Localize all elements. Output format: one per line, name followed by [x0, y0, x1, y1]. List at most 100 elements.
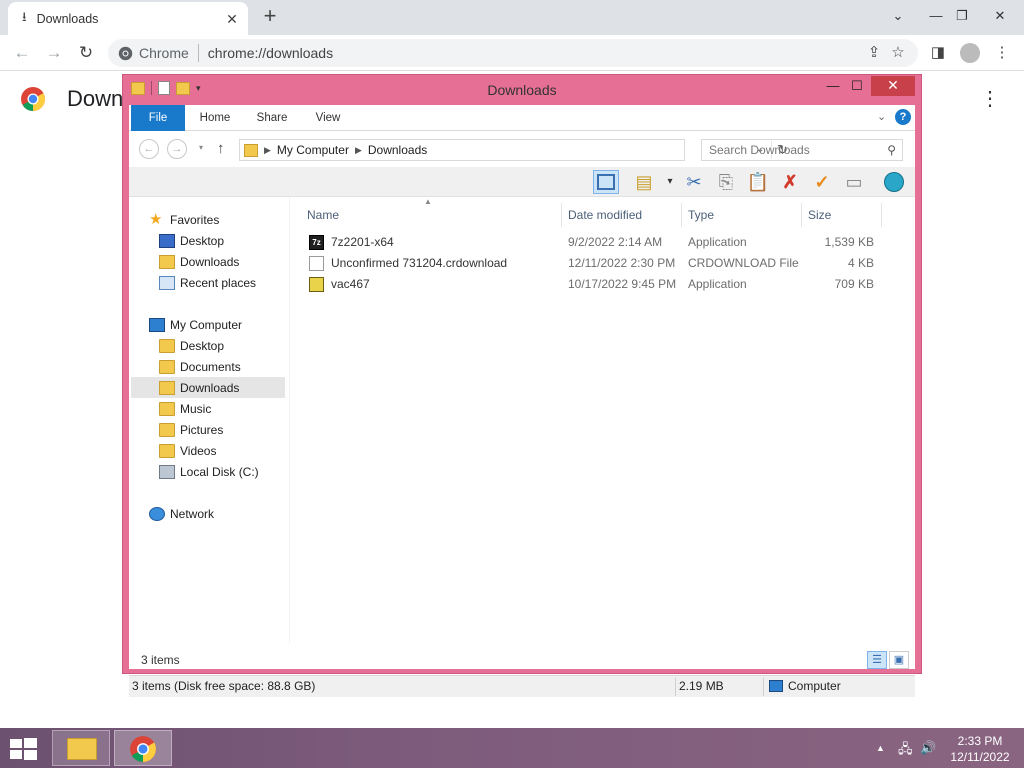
- folder-options-icon[interactable]: ▤: [631, 170, 657, 194]
- globe-icon[interactable]: [881, 170, 907, 194]
- bookmark-star-icon[interactable]: ☆: [886, 41, 910, 65]
- sort-ascending-icon: ▲: [424, 197, 432, 206]
- column-divider[interactable]: [801, 203, 802, 227]
- explorer-maximize-button[interactable]: ☐: [847, 77, 867, 97]
- pane-divider[interactable]: [289, 197, 290, 643]
- address-box[interactable]: ▶ My Computer ▶ Downloads ⌄ ↻: [239, 139, 788, 161]
- tab-share[interactable]: Share: [249, 105, 295, 131]
- search-placeholder: Search Downloads: [709, 143, 810, 157]
- new-tab-button[interactable]: +: [258, 5, 282, 29]
- search-icon: ⚲: [887, 143, 896, 157]
- ribbon-expand-icon[interactable]: ⌄: [877, 110, 886, 123]
- explorer-titlebar[interactable]: ▾ Downloads — ☐ ✕: [123, 75, 921, 105]
- file-explorer-icon: [67, 738, 97, 760]
- paste-icon[interactable]: 📋: [745, 170, 771, 194]
- nav-favorites-downloads[interactable]: Downloads: [159, 251, 239, 272]
- close-window-button[interactable]: ✕: [988, 5, 1012, 29]
- explorer-minimize-button[interactable]: —: [823, 77, 843, 97]
- nav-videos[interactable]: Videos: [159, 440, 216, 461]
- profile-avatar[interactable]: [958, 41, 982, 65]
- help-icon[interactable]: ?: [895, 109, 911, 125]
- browser-toolbar: ← → ↻ Chrome chrome://downloads ⇪ ☆ ◨ ⋮: [0, 35, 1024, 71]
- status-bar: 3 items (Disk free space: 88.8 GB) 2.19 …: [129, 675, 915, 697]
- address-bar[interactable]: Chrome chrome://downloads: [108, 39, 918, 67]
- downloads-folder-icon: [159, 380, 175, 395]
- page-menu-icon[interactable]: ⋮: [980, 88, 1000, 110]
- file-type: Application: [688, 277, 747, 291]
- large-icons-view-icon[interactable]: ▣: [889, 651, 909, 669]
- details-view-icon[interactable]: ☰: [867, 651, 887, 669]
- nav-network[interactable]: Network: [149, 503, 214, 524]
- nav-favorites[interactable]: ★ Favorites: [149, 209, 219, 230]
- column-divider[interactable]: [561, 203, 562, 227]
- side-panel-icon[interactable]: ◨: [926, 41, 950, 65]
- file-date: 9/2/2022 2:14 AM: [568, 235, 663, 249]
- windows-start-icon[interactable]: [8, 737, 38, 761]
- tab-strip: ⭳ Downloads ✕ + ⌄ — ❐ ✕: [0, 0, 1024, 35]
- preview-pane-icon[interactable]: [593, 170, 619, 194]
- show-hidden-icons[interactable]: ▲: [876, 743, 885, 753]
- file-row[interactable]: 7z 7z2201-x64 9/2/2022 2:14 AM Applicati…: [299, 232, 899, 253]
- folder-icon: [159, 359, 175, 374]
- nav-documents[interactable]: Documents: [159, 356, 241, 377]
- back-button[interactable]: ←: [139, 139, 159, 159]
- clock[interactable]: 2:33 PM 12/11/2022: [940, 733, 1020, 765]
- rename-check-icon[interactable]: ✓: [809, 170, 835, 194]
- tab-home[interactable]: Home: [193, 105, 237, 131]
- file-row[interactable]: vac467 10/17/2022 9:45 PM Application 70…: [299, 274, 899, 295]
- copy-icon[interactable]: ⎘: [713, 170, 739, 194]
- file-name: 7z2201-x64: [331, 235, 394, 249]
- nav-recent-places[interactable]: Recent places: [159, 272, 256, 293]
- tab-view[interactable]: View: [307, 105, 349, 131]
- cut-icon[interactable]: ✂: [681, 170, 707, 194]
- column-divider[interactable]: [681, 203, 682, 227]
- recent-locations-icon[interactable]: ▾: [199, 143, 203, 152]
- nav-label: Pictures: [180, 422, 224, 437]
- downloads-folder-icon: [159, 254, 175, 269]
- minimize-button[interactable]: —: [924, 5, 948, 29]
- nav-favorites-desktop[interactable]: Desktop: [159, 230, 224, 251]
- close-icon[interactable]: ✕: [224, 11, 240, 27]
- network-tray-icon[interactable]: 🖧: [898, 740, 913, 762]
- breadcrumb-current[interactable]: Downloads: [368, 143, 427, 157]
- menu-icon[interactable]: ⋮: [990, 41, 1014, 65]
- options-dropdown-icon[interactable]: ▾: [657, 170, 683, 194]
- taskbar-file-explorer[interactable]: [52, 730, 110, 766]
- tab-search-icon[interactable]: ⌄: [886, 5, 910, 29]
- column-header-date[interactable]: Date modified: [568, 203, 642, 227]
- restore-button[interactable]: ❐: [950, 5, 974, 29]
- taskbar-chrome[interactable]: [114, 730, 172, 766]
- nav-music[interactable]: Music: [159, 398, 211, 419]
- forward-button[interactable]: →: [42, 41, 66, 65]
- file-row[interactable]: Unconfirmed 731204.crdownload 12/11/2022…: [299, 253, 899, 274]
- chevron-right-icon: ▶: [264, 144, 271, 155]
- up-button[interactable]: ↑: [217, 140, 225, 157]
- column-header-name[interactable]: Name: [307, 203, 339, 227]
- back-button[interactable]: ←: [10, 41, 34, 65]
- star-icon: ★: [149, 210, 163, 228]
- explorer-close-button[interactable]: ✕: [871, 76, 915, 96]
- properties-button-icon[interactable]: ▭: [841, 170, 867, 194]
- column-header-size[interactable]: Size: [808, 203, 831, 227]
- search-input[interactable]: Search Downloads ⚲: [701, 139, 903, 161]
- reload-button[interactable]: ↻: [74, 41, 98, 65]
- nav-desktop[interactable]: Desktop: [159, 335, 224, 356]
- nav-label: Music: [180, 401, 212, 416]
- tab-file[interactable]: File: [131, 105, 185, 131]
- 7zip-icon: 7z: [309, 235, 324, 250]
- forward-button[interactable]: →: [167, 139, 187, 159]
- desktop-icon: [159, 233, 175, 248]
- folder-icon: [159, 338, 175, 353]
- column-divider[interactable]: [881, 203, 882, 227]
- breadcrumb-root[interactable]: My Computer: [277, 143, 349, 157]
- nav-local-disk[interactable]: Local Disk (C:): [159, 461, 259, 482]
- nav-pictures[interactable]: Pictures: [159, 419, 223, 440]
- volume-icon[interactable]: 🔊: [920, 740, 936, 756]
- tab-downloads[interactable]: ⭳ Downloads ✕: [8, 2, 248, 35]
- nav-downloads[interactable]: Downloads: [131, 377, 285, 398]
- share-icon[interactable]: ⇪: [862, 41, 886, 65]
- column-header-type[interactable]: Type: [688, 203, 714, 227]
- file-type: CRDOWNLOAD File: [688, 256, 799, 270]
- delete-icon[interactable]: ✗: [777, 170, 803, 194]
- nav-my-computer[interactable]: My Computer: [149, 314, 242, 335]
